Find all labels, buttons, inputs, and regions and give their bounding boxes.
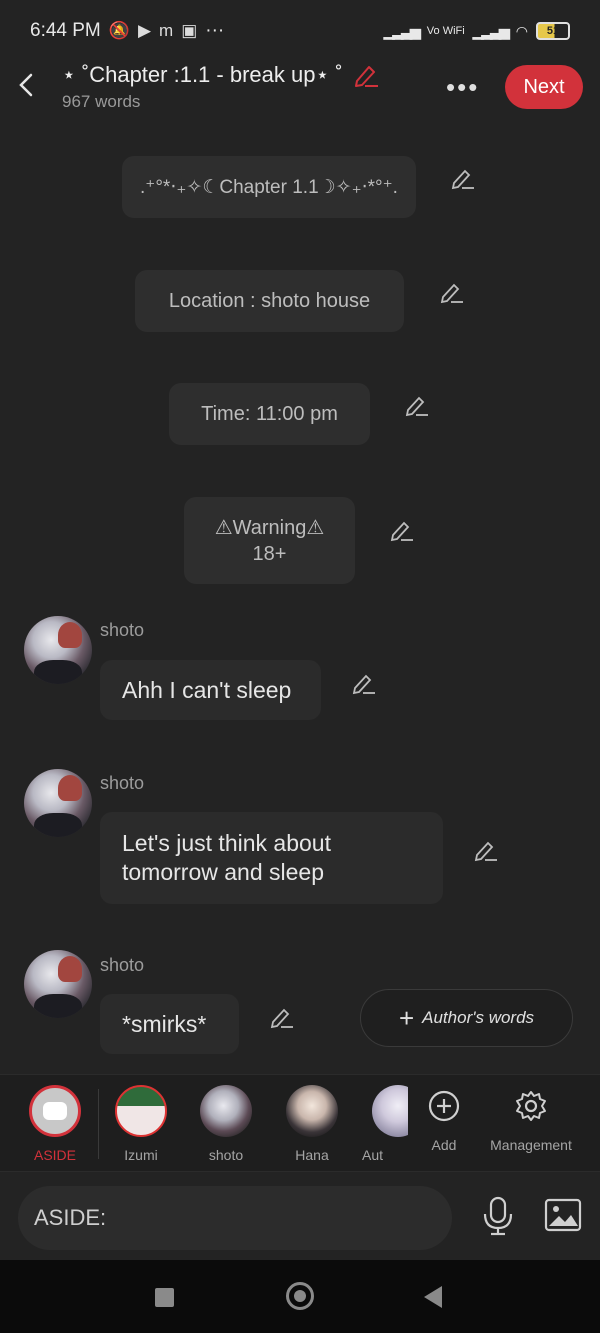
pencil-icon[interactable] [270, 1005, 294, 1029]
image-button[interactable] [544, 1198, 582, 1232]
image-icon [544, 1198, 582, 1232]
status-bar: 6:44 PM 🔕 ▶ m ▣ ··· ▁▂▃▅ Vo WiFi ▁▂▃▅ ◠ … [0, 0, 600, 62]
recents-icon[interactable] [155, 1288, 174, 1307]
system-nav-bar [0, 1260, 600, 1333]
chevron-left-icon [19, 73, 33, 97]
wifi-icon: ◠ [515, 22, 528, 39]
narration-text: Time: 11:00 pm [201, 402, 338, 425]
character-label: Izumi [124, 1147, 158, 1163]
microphone-icon [483, 1196, 513, 1236]
input-placeholder: ASIDE: [34, 1205, 107, 1230]
word-count: 967 words [62, 92, 141, 111]
plus-icon: + [398, 1002, 415, 1033]
character-label: Aut [362, 1147, 384, 1163]
pencil-icon[interactable] [451, 166, 475, 190]
avatar [115, 1085, 167, 1137]
message-bubble[interactable]: *smirks* [100, 994, 239, 1054]
back-triangle-icon[interactable] [424, 1286, 442, 1308]
character-hana[interactable]: Hana [272, 1075, 352, 1173]
add-label: Add [431, 1137, 457, 1153]
avatar[interactable] [24, 769, 92, 837]
youtube-icon: ▶ [137, 21, 152, 40]
avatar[interactable] [24, 950, 92, 1018]
signal-icon: ▁▂▃▅ [383, 22, 421, 39]
network-label: Vo WiFi [426, 25, 465, 37]
character-aut[interactable]: Aut [358, 1075, 408, 1173]
app-icon: ▣ [181, 21, 198, 40]
pencil-icon[interactable] [352, 671, 376, 695]
character-label: shoto [208, 1147, 244, 1163]
narration-bubble[interactable]: ⚠Warning⚠ 18+ [184, 497, 355, 584]
narration-bubble[interactable]: Location : shoto house [135, 270, 404, 332]
character-label: ASIDE [33, 1147, 76, 1163]
m-app-icon: m [159, 21, 174, 40]
avatar [372, 1085, 408, 1137]
add-circle-icon [428, 1090, 460, 1122]
more-notifications-icon: ··· [205, 20, 225, 41]
narration-text: .⁺°*‧₊✧☾Chapter 1.1☽✧₊‧*°⁺. [140, 176, 398, 198]
narration-bubble[interactable]: .⁺°*‧₊✧☾Chapter 1.1☽✧₊‧*°⁺. [122, 156, 416, 218]
message-text: Ahh I can't sleep [122, 676, 292, 703]
narration-bubble[interactable]: Time: 11:00 pm [169, 383, 370, 445]
mute-bell-icon: 🔕 [108, 21, 130, 40]
avatar[interactable] [24, 616, 92, 684]
avatar [200, 1085, 252, 1137]
microphone-button[interactable] [478, 1194, 518, 1238]
character-name: shoto [100, 620, 145, 640]
message-text: Let's just think about tomorrow and slee… [122, 830, 331, 885]
home-icon[interactable] [286, 1282, 314, 1310]
speech-bubble-icon [43, 1102, 67, 1120]
pencil-icon[interactable] [353, 63, 379, 87]
status-time: 6:44 PM [30, 20, 101, 41]
narration-text: ⚠Warning⚠ 18+ [214, 516, 325, 565]
pencil-icon[interactable] [390, 518, 414, 542]
input-bar: ASIDE: [0, 1172, 600, 1260]
character-label: Hana [295, 1147, 329, 1163]
management-button[interactable]: Management [482, 1075, 580, 1173]
chapter-header: ⋆ ˚Chapter :1.1 - break up⋆ ˚ 967 words … [0, 62, 600, 122]
gear-icon [516, 1091, 546, 1121]
avatar [286, 1085, 338, 1137]
management-label: Management [490, 1137, 572, 1153]
author-words-label: Author's words [422, 1008, 535, 1027]
back-button[interactable] [14, 70, 38, 100]
character-name: shoto [100, 955, 145, 975]
aside-input[interactable]: ASIDE: [18, 1186, 452, 1250]
chapter-title[interactable]: ⋆ ˚Chapter :1.1 - break up⋆ ˚ [62, 62, 343, 88]
message-bubble[interactable]: Ahh I can't sleep [100, 660, 321, 720]
character-name: shoto [100, 773, 145, 793]
battery-icon: 51 [536, 22, 570, 40]
aside-avatar [29, 1085, 81, 1137]
character-aside[interactable]: ASIDE [15, 1075, 95, 1173]
narration-text: Location : shoto house [168, 289, 371, 312]
message-text: *smirks* [122, 1010, 207, 1037]
character-shoto[interactable]: shoto [186, 1075, 266, 1173]
next-button[interactable]: Next [505, 65, 583, 109]
title-group: ⋆ ˚Chapter :1.1 - break up⋆ ˚ 967 words [62, 62, 379, 112]
divider [98, 1089, 99, 1159]
pencil-icon[interactable] [405, 393, 429, 417]
message-bubble[interactable]: Let's just think about tomorrow and slee… [100, 812, 443, 904]
character-izumi[interactable]: Izumi [101, 1075, 181, 1173]
pencil-icon[interactable] [474, 838, 498, 862]
author-words-button[interactable]: + Author's words [360, 989, 573, 1047]
signal-icon-2: ▁▂▃▅ [472, 22, 510, 39]
pencil-icon[interactable] [440, 280, 464, 304]
character-selector-bar: ASIDE Izumi shoto Hana Aut Add Managemen… [0, 1074, 600, 1172]
more-options-button[interactable]: ••• [446, 72, 479, 103]
add-character-button[interactable]: Add [414, 1075, 474, 1173]
